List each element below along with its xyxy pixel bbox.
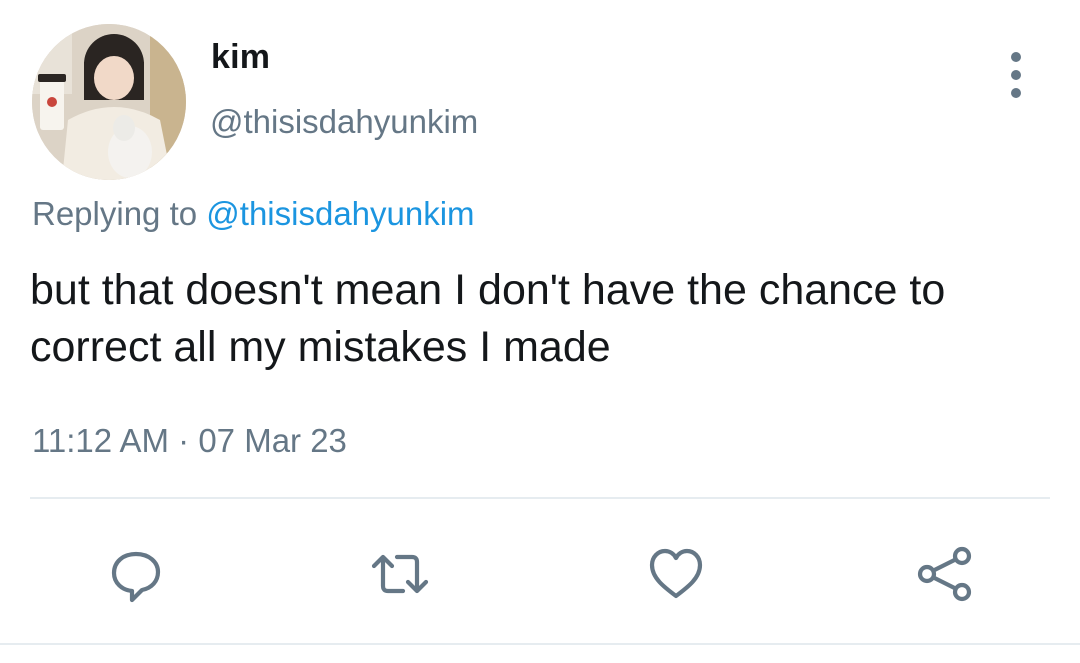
reply-button[interactable] bbox=[106, 544, 166, 604]
replying-to-label: Replying to bbox=[32, 195, 198, 232]
tweet-date: 07 Mar 23 bbox=[198, 422, 347, 459]
share-icon bbox=[917, 546, 972, 602]
divider bbox=[30, 497, 1050, 499]
timestamp-separator: · bbox=[178, 422, 190, 459]
replying-to-mention[interactable]: @thisisdahyunkim bbox=[206, 195, 474, 232]
avatar[interactable] bbox=[32, 24, 186, 180]
more-dot bbox=[1011, 70, 1021, 80]
avatar-photo bbox=[32, 24, 186, 180]
replying-to-line: Replying to @thisisdahyunkim bbox=[32, 195, 475, 233]
share-button[interactable] bbox=[914, 544, 974, 604]
tweet-time: 11:12 AM bbox=[32, 422, 169, 459]
more-dot bbox=[1011, 88, 1021, 98]
more-dot bbox=[1011, 52, 1021, 62]
tweet-timestamp[interactable]: 11:12 AM · 07 Mar 23 bbox=[32, 422, 347, 460]
heart-icon bbox=[649, 548, 703, 599]
retweet-button[interactable] bbox=[370, 544, 430, 604]
tweet-text: but that doesn't mean I don't have the c… bbox=[30, 266, 946, 371]
like-button[interactable] bbox=[646, 544, 706, 604]
user-handle[interactable]: @thisisdahyunkim bbox=[210, 103, 478, 141]
display-name[interactable]: kim bbox=[211, 38, 270, 77]
reply-bubble-icon bbox=[111, 551, 161, 603]
bottom-divider bbox=[0, 643, 1080, 645]
more-vertical-icon[interactable] bbox=[996, 52, 1036, 98]
retweet-icon bbox=[371, 554, 429, 594]
